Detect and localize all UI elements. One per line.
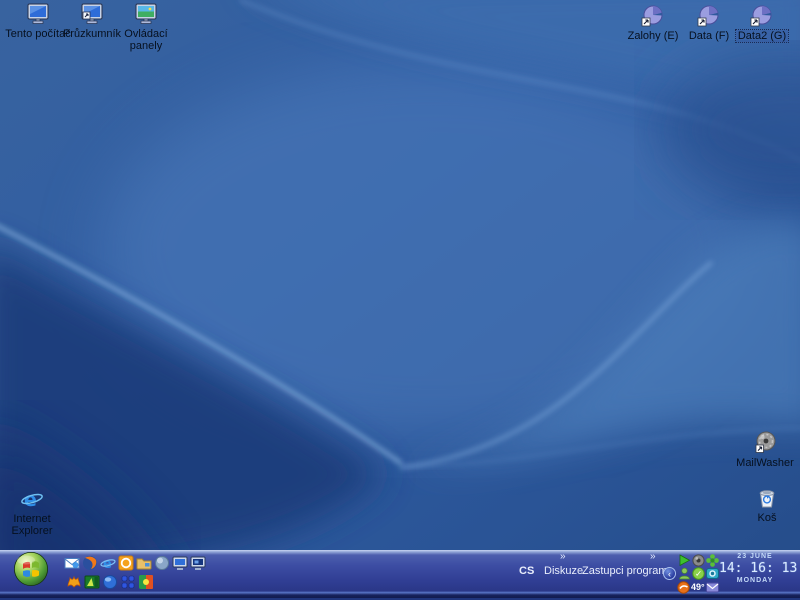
media-folder-icon[interactable] — [136, 555, 152, 571]
desktop-icon-label: Koš — [757, 512, 777, 524]
start-button[interactable] — [13, 551, 49, 587]
toolbar-title-zastupci[interactable]: Zastupci programu — [582, 565, 674, 577]
desktop-icon-mailwasher[interactable]: MailWasher — [730, 431, 800, 469]
desktop-icon-label: Zalohy (E) — [627, 30, 679, 42]
toolbar-overflow-chevron[interactable]: » — [650, 551, 655, 562]
desktop-icon-label: MailWasher — [736, 457, 794, 469]
gray-disc-icon[interactable] — [692, 554, 705, 567]
green-check-icon[interactable]: ✓ — [692, 567, 705, 580]
disk-drive-icon — [750, 5, 772, 27]
messenger-person-icon[interactable] — [678, 567, 691, 580]
tray-collapse-button[interactable]: ‹ — [663, 567, 676, 580]
control-panel-monitor-icon — [135, 3, 157, 24]
orange-swoosh-icon[interactable] — [677, 581, 690, 594]
green-editor-icon[interactable] — [84, 574, 100, 590]
green-flower-icon[interactable] — [706, 554, 719, 567]
multicolor-app-icon[interactable] — [138, 574, 154, 590]
globe-icon[interactable] — [154, 555, 170, 571]
clock-date: 23 JUNE — [737, 553, 773, 560]
desktop-icon-label: Internet Explorer — [11, 513, 53, 537]
monitor-dark-icon[interactable] — [190, 555, 206, 571]
clock-time: 14: 16: 13 — [719, 561, 798, 576]
internet-explorer-quicklaunch-icon[interactable]: e — [100, 555, 116, 571]
explorer-monitor-icon — [81, 3, 103, 24]
computer-monitor-icon — [27, 3, 49, 24]
clock-day: MONDAY — [736, 577, 774, 584]
desktop-icon-label: Data (F) — [688, 30, 730, 42]
ie-e-glyph: e — [103, 557, 112, 571]
check-glyph: ✓ — [695, 570, 702, 580]
disk-drive-icon — [641, 5, 663, 27]
desktop-icon-internet-explorer[interactable]: e Internet Explorer — [0, 487, 64, 537]
desktop-icon-label: Ovládací panely — [124, 28, 168, 52]
flame-app-icon[interactable] — [66, 574, 82, 590]
wallpaper-image — [0, 0, 800, 600]
play-icon[interactable] — [678, 554, 691, 567]
toolbar-overflow-chevron[interactable]: » — [560, 551, 565, 562]
toolbar-title-diskuze[interactable]: Diskuze — [544, 565, 583, 577]
desktop-icon-recycle-bin[interactable]: Koš — [734, 486, 800, 524]
monitor-icon[interactable] — [172, 555, 188, 571]
disk-drive-icon — [697, 5, 719, 27]
language-indicator[interactable]: CS — [519, 565, 534, 577]
teal-camera-icon[interactable] — [706, 567, 719, 580]
tray-clock[interactable]: 23 JUNE 14: 16: 13 MONDAY — [719, 552, 798, 585]
weather-temperature-badge[interactable]: 49° — [691, 582, 705, 592]
firefox-icon[interactable] — [82, 555, 98, 571]
desktop-icon-control-panel[interactable]: Ovládací panely — [110, 2, 182, 52]
blue-dots-app-icon[interactable] — [120, 574, 136, 590]
mail-tray-icon[interactable] — [706, 581, 719, 594]
taskbar: e » » CS Diskuze Zastupci programu ‹ ✓ 4… — [0, 550, 800, 600]
blue-gem-icon[interactable] — [102, 574, 118, 590]
orange-ring-app-icon[interactable] — [118, 555, 134, 571]
mail-envelope-icon[interactable] — [64, 555, 80, 571]
mailwasher-disc-icon — [755, 431, 776, 453]
internet-explorer-icon: e — [21, 489, 43, 511]
desktop: Tento počítač Průzkumník Ovládací panely — [0, 0, 800, 600]
desktop-icon-label: Data2 (G) — [734, 29, 790, 43]
ie-e-glyph: e — [24, 489, 37, 511]
desktop-icon-drive-g[interactable]: Data2 (G) — [729, 4, 795, 43]
recycle-bin-icon — [759, 490, 775, 508]
